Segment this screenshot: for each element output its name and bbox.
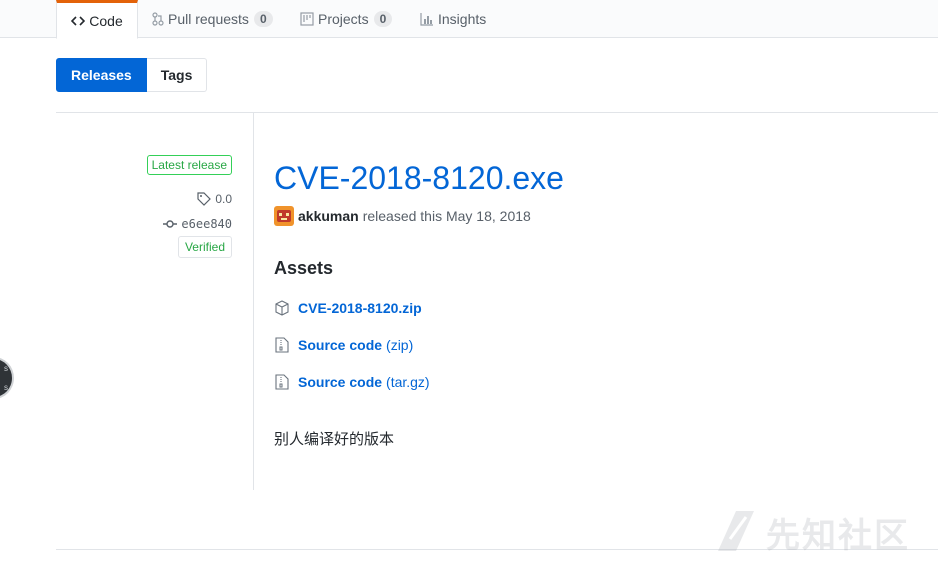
pull-requests-counter: 0 — [253, 11, 273, 27]
projects-counter: 0 — [373, 11, 393, 27]
code-icon — [71, 15, 86, 26]
asset-suffix: (zip) — [386, 337, 414, 353]
release-tag[interactable]: 0.0 — [197, 192, 232, 206]
asset-name: Source code — [298, 374, 383, 390]
verified-badge[interactable]: Verified — [177, 236, 232, 258]
releases-subnav: Releases Tags — [56, 58, 208, 92]
tab-pull-requests-label: Pull requests — [168, 11, 249, 27]
asset-name: Source code — [298, 337, 383, 353]
file-zip-icon — [274, 337, 290, 353]
tab-pull-requests[interactable]: Pull requests 0 — [152, 0, 273, 38]
tab-code[interactable]: Code — [56, 0, 138, 39]
tag-icon — [197, 192, 212, 206]
graph-icon — [420, 12, 434, 26]
tab-insights-label: Insights — [438, 11, 487, 27]
author-link[interactable]: akkuman — [298, 208, 359, 224]
tags-button[interactable]: Tags — [146, 58, 208, 92]
latest-release-badge: Latest release — [146, 155, 232, 175]
release-byline: akkuman released this May 18, 2018 — [274, 206, 531, 226]
tab-insights[interactable]: Insights — [420, 0, 486, 38]
assets-heading: Assets — [274, 258, 334, 278]
watermark-logo-icon — [716, 509, 756, 556]
asset-name: CVE-2018-8120.zip — [298, 300, 422, 316]
commit-sha: e6ee840 — [181, 217, 232, 231]
divider — [56, 112, 938, 113]
tab-projects[interactable]: Projects 0 — [300, 0, 393, 38]
floating-widget[interactable]: s s — [0, 357, 14, 399]
watermark-text: 先知社区 — [766, 517, 910, 555]
release-notes: 别人编译好的版本 — [274, 431, 395, 448]
release-commit[interactable]: e6ee840 — [163, 217, 232, 231]
tab-projects-label: Projects — [318, 11, 369, 27]
repo-nav: Code Pull requests 0 Projects 0 Insights — [0, 0, 938, 39]
release-title-link[interactable]: CVE-2018-8120.exe — [274, 158, 564, 198]
asset-item[interactable]: Source code (zip) — [274, 337, 413, 353]
watermark: 先知社区 — [716, 508, 910, 557]
asset-suffix: (tar.gz) — [386, 374, 430, 390]
tag-name: 0.0 — [215, 192, 232, 206]
floating-widget-text: s — [4, 364, 8, 373]
floating-widget-text: s — [4, 383, 8, 392]
avatar[interactable] — [274, 206, 294, 226]
asset-item[interactable]: Source code (tar.gz) — [274, 374, 430, 390]
releases-button[interactable]: Releases — [56, 58, 147, 92]
release-date-text: released this May 18, 2018 — [362, 208, 531, 224]
package-icon — [274, 300, 290, 316]
pull-request-icon — [152, 12, 164, 26]
commit-icon — [163, 219, 178, 229]
file-zip-icon — [274, 374, 290, 390]
release-timeline-line — [253, 113, 254, 490]
asset-item[interactable]: CVE-2018-8120.zip — [274, 300, 426, 316]
project-icon — [300, 12, 314, 26]
tab-code-label: Code — [89, 12, 123, 29]
